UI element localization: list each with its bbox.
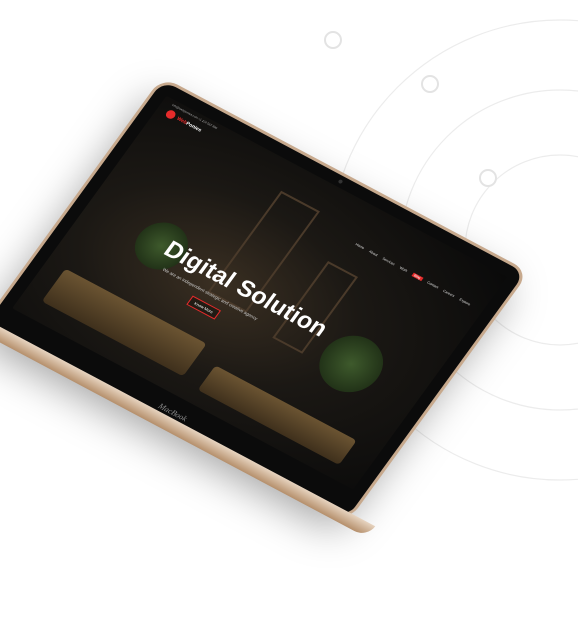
nav-item-blog[interactable]: Blog [411,272,424,281]
nav-item-work[interactable]: Work [399,266,409,273]
webcam-icon [337,178,344,185]
laptop-bezel: info@webponies.com +1 234 567 890 WebPon… [0,80,526,518]
laptop-mockup: info@webponies.com +1 234 567 890 WebPon… [0,0,578,626]
main-nav: Home About Services Work Blog Contact Careers E… [355,242,472,306]
nav-item-careers[interactable]: Careers [442,289,455,298]
laptop-lid: info@webponies.com +1 234 567 890 WebPon… [0,40,526,571]
nav-item-about[interactable]: About [368,250,378,258]
nav-item-home[interactable]: Home [355,242,366,250]
nav-item-explore[interactable]: Explore [458,298,471,307]
nav-item-contact[interactable]: Contact [426,280,439,289]
nav-item-services[interactable]: Services [381,257,395,267]
logo-text: Ponies [184,120,203,134]
laptop-screen: info@webponies.com +1 234 567 890 WebPon… [12,95,508,490]
